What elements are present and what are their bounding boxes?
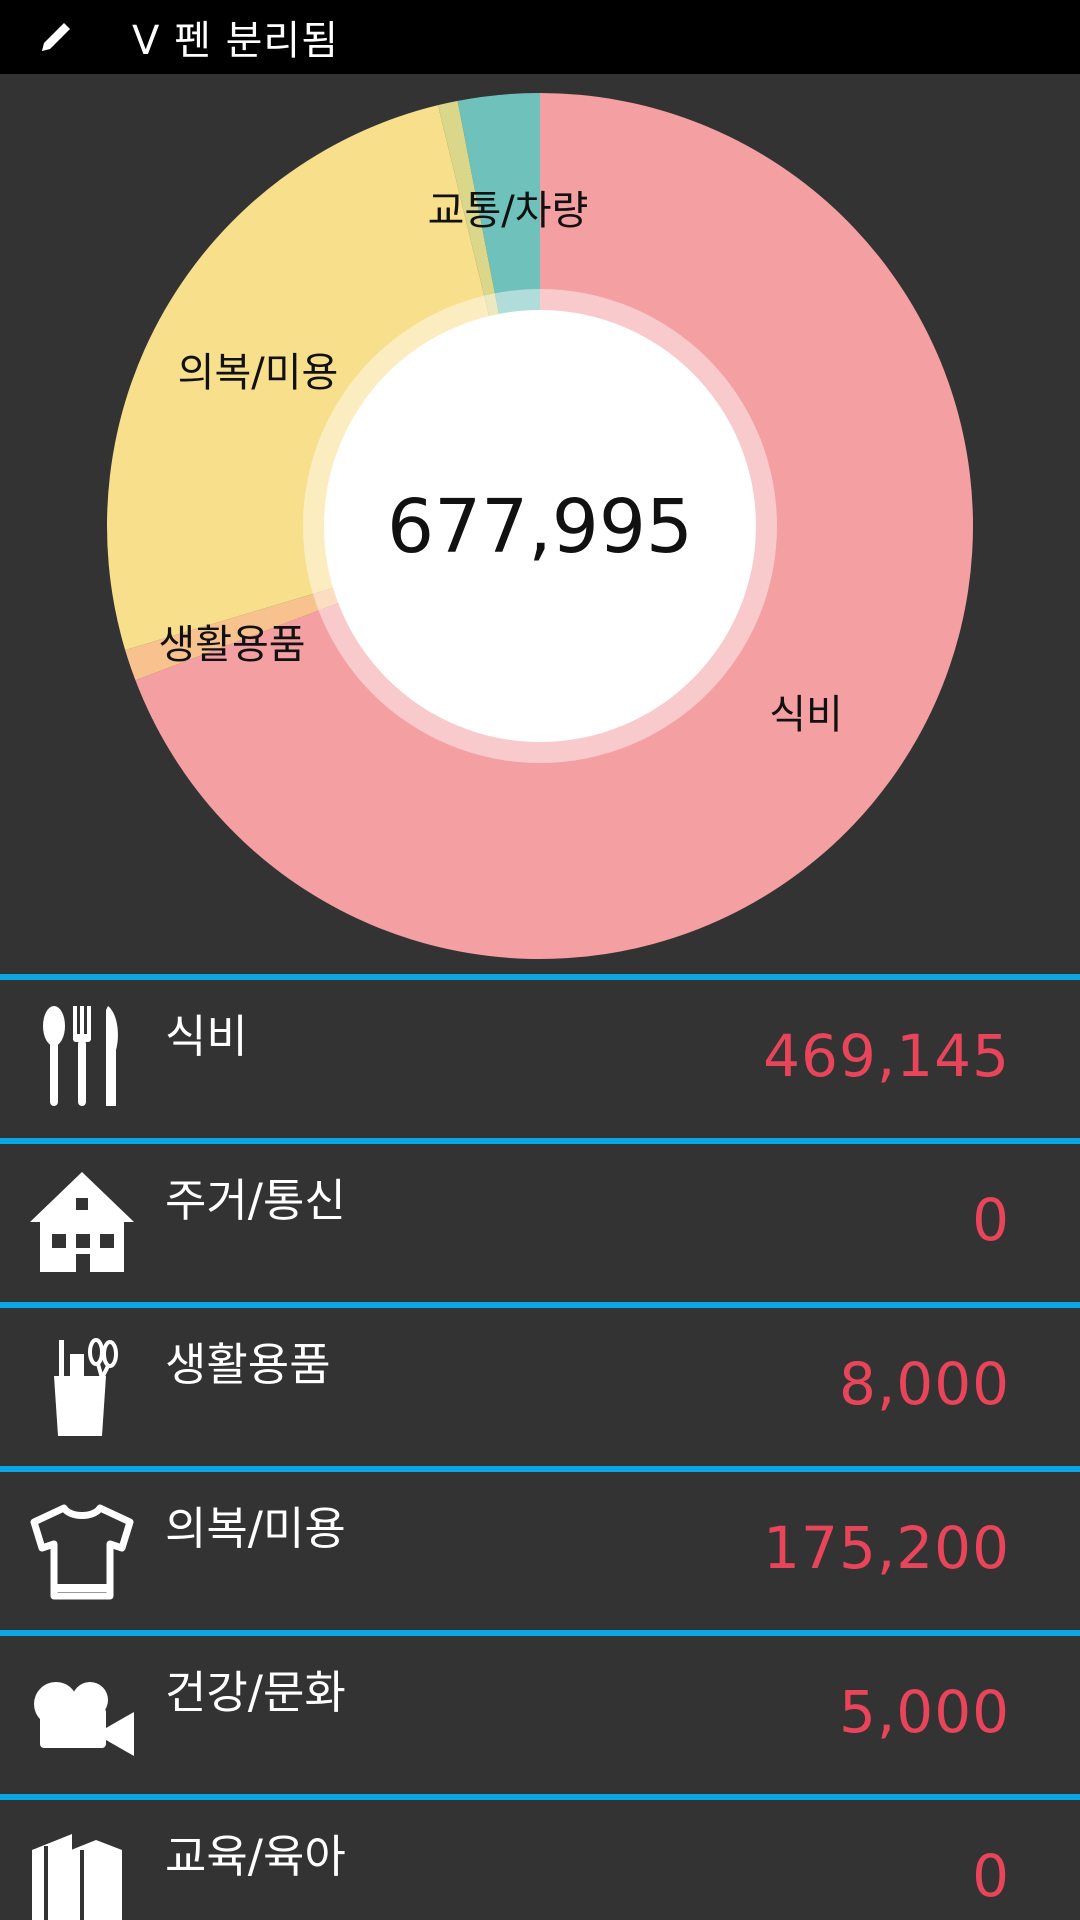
category-row-housing[interactable]: 주거/통신 0 bbox=[0, 1138, 1080, 1302]
category-label: 생활용품 bbox=[165, 1338, 331, 1391]
category-amount: 469,145 bbox=[763, 1022, 1010, 1090]
pen-icon bbox=[42, 23, 70, 51]
category-label: 교육/육아 bbox=[165, 1830, 346, 1883]
books-icon bbox=[32, 1834, 122, 1920]
utensils-icon bbox=[43, 1006, 118, 1106]
category-label: 식비 bbox=[165, 1010, 248, 1063]
category-label: 주거/통신 bbox=[165, 1174, 346, 1227]
category-amount: 0 bbox=[972, 1186, 1010, 1254]
category-label: 의복/미용 bbox=[165, 1502, 346, 1555]
category-amount: 8,000 bbox=[838, 1350, 1010, 1418]
category-amount: 175,200 bbox=[763, 1514, 1010, 1582]
pie-slice-label: 의복/미용 bbox=[178, 350, 339, 396]
category-amount: 0 bbox=[972, 1842, 1010, 1910]
category-list: 식비 469,145 주거/통신 0 생활용품 8,000 의복/미용 175,… bbox=[0, 974, 1080, 1920]
pie-slice-label: 교통/차량 bbox=[428, 188, 589, 234]
supplies-cup-icon bbox=[54, 1338, 118, 1436]
tshirt-icon bbox=[30, 1504, 134, 1600]
house-icon bbox=[30, 1172, 134, 1272]
pie-slice-label: 생활용품 bbox=[158, 622, 305, 668]
expense-donut-chart[interactable]: 677,995 식비 생활용품 의복/미용 교통/차량 bbox=[0, 74, 1080, 974]
video-camera-icon bbox=[34, 1682, 134, 1756]
category-row-supplies[interactable]: 생활용품 8,000 bbox=[0, 1302, 1080, 1466]
category-row-education[interactable]: 교육/육아 0 bbox=[0, 1794, 1080, 1920]
category-amount: 5,000 bbox=[838, 1678, 1010, 1746]
category-label: 건강/문화 bbox=[165, 1666, 346, 1719]
pie-slice-label: 식비 bbox=[769, 692, 843, 738]
total-amount: 677,995 bbox=[387, 484, 693, 570]
pen-status-text: V 펜 분리됨 bbox=[132, 18, 339, 64]
category-row-clothing[interactable]: 의복/미용 175,200 bbox=[0, 1466, 1080, 1630]
category-row-culture[interactable]: 건강/문화 5,000 bbox=[0, 1630, 1080, 1794]
category-row-food[interactable]: 식비 469,145 bbox=[0, 974, 1080, 1138]
status-bar: V 펜 분리됨 bbox=[0, 0, 1080, 74]
